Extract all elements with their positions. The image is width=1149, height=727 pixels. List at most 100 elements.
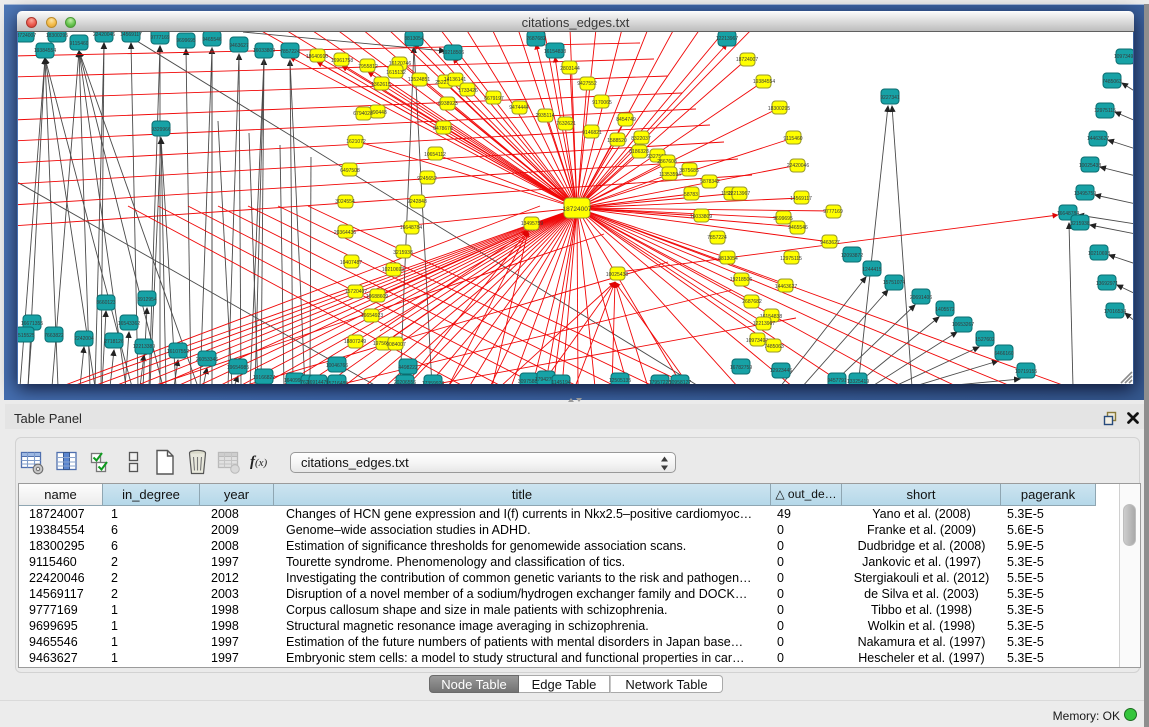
svg-text:9329966: 9329966 xyxy=(151,127,171,133)
svg-text:20364436: 20364436 xyxy=(334,230,356,236)
svg-text:2867608: 2867608 xyxy=(657,159,677,165)
svg-text:58783: 58783 xyxy=(684,192,698,198)
svg-text:12975115: 12975115 xyxy=(780,256,802,262)
svg-text:7857224: 7857224 xyxy=(707,235,727,241)
svg-text:9699695: 9699695 xyxy=(773,216,793,222)
svg-text:9115460: 9115460 xyxy=(69,41,88,47)
svg-text:9465546: 9465546 xyxy=(202,37,222,43)
svg-text:3215938: 3215938 xyxy=(393,250,413,256)
svg-text:13495759: 13495759 xyxy=(1074,191,1096,197)
svg-text:2803144: 2803144 xyxy=(560,66,580,72)
svg-text:2935114: 2935114 xyxy=(535,113,554,119)
svg-text:9146821: 9146821 xyxy=(582,130,602,136)
svg-text:12213967: 12213967 xyxy=(728,191,750,197)
svg-text:7955812: 7955812 xyxy=(358,64,378,70)
svg-text:10653267: 10653267 xyxy=(952,322,974,328)
svg-text:9463627: 9463627 xyxy=(229,43,249,49)
svg-text:8186328: 8186328 xyxy=(629,149,649,155)
svg-text:14463627: 14463627 xyxy=(775,284,797,290)
svg-text:10688609: 10688609 xyxy=(366,294,388,300)
svg-text:12213967: 12213967 xyxy=(716,36,738,42)
svg-text:1615132: 1615132 xyxy=(386,70,406,76)
svg-text:2718126: 2718126 xyxy=(104,339,124,345)
svg-text:14569117: 14569117 xyxy=(120,32,142,38)
svg-text:2687682: 2687682 xyxy=(742,299,762,305)
svg-text:16648784: 16648784 xyxy=(400,225,422,231)
svg-text:16782759: 16782759 xyxy=(730,365,752,371)
svg-text:12213967: 12213967 xyxy=(753,321,775,327)
svg-text:16033809: 16033809 xyxy=(253,48,275,54)
svg-text:14463627: 14463627 xyxy=(1087,136,1109,142)
svg-text:17359924: 17359924 xyxy=(422,381,444,384)
svg-text:10654112: 10654112 xyxy=(424,152,446,158)
svg-text:9699695: 9699695 xyxy=(176,38,196,44)
svg-text:9084007: 9084007 xyxy=(386,342,406,348)
svg-text:19218506: 19218506 xyxy=(442,50,464,56)
svg-text:8660123: 8660123 xyxy=(96,300,116,306)
svg-text:22420046: 22420046 xyxy=(787,163,809,169)
svg-text:26053346: 26053346 xyxy=(196,357,218,363)
svg-text:8813054: 8813054 xyxy=(404,36,424,42)
svg-text:9242848: 9242848 xyxy=(407,199,427,205)
svg-text:10025438: 10025438 xyxy=(1079,163,1101,169)
svg-text:15716485: 15716485 xyxy=(326,381,348,384)
svg-text:13692971: 13692971 xyxy=(1096,281,1118,287)
svg-text:2242004: 2242004 xyxy=(74,336,94,342)
svg-text:5878342: 5878342 xyxy=(700,179,720,185)
svg-text:9115460: 9115460 xyxy=(783,136,802,142)
svg-text:1527602: 1527602 xyxy=(975,337,995,343)
svg-text:6679197: 6679197 xyxy=(484,96,504,102)
svg-text:10719155: 10719155 xyxy=(1015,369,1037,375)
svg-text:10973493: 10973493 xyxy=(1114,54,1133,60)
svg-text:20691406: 20691406 xyxy=(910,295,932,301)
svg-text:10210693: 10210693 xyxy=(1088,251,1110,257)
svg-text:7485063: 7485063 xyxy=(1102,79,1122,85)
svg-text:10025438: 10025438 xyxy=(606,272,628,278)
svg-text:15720407: 15720407 xyxy=(345,289,367,295)
svg-text:18724007: 18724007 xyxy=(736,57,758,63)
svg-text:9427552: 9427552 xyxy=(577,81,597,87)
svg-text:7857224: 7857224 xyxy=(280,49,300,55)
svg-text:12923446: 12923446 xyxy=(770,368,792,374)
svg-text:17016534: 17016534 xyxy=(1104,309,1126,315)
svg-text:10046766: 10046766 xyxy=(326,363,348,369)
svg-text:3875685: 3875685 xyxy=(679,168,699,174)
svg-text:14136141: 14136141 xyxy=(444,77,466,83)
svg-text:19384554: 19384554 xyxy=(753,79,775,85)
svg-text:18807249: 18807249 xyxy=(344,339,366,345)
svg-text:19384554: 19384554 xyxy=(34,48,56,54)
svg-text:3215938: 3215938 xyxy=(1070,221,1090,227)
svg-text:16961758: 16961758 xyxy=(331,58,353,64)
svg-text:4498222: 4498222 xyxy=(398,365,418,371)
svg-text:1362615: 1362615 xyxy=(371,82,391,88)
svg-text:9170065: 9170065 xyxy=(592,100,612,106)
svg-text:16107552: 16107552 xyxy=(167,349,189,355)
svg-text:10407487: 10407487 xyxy=(340,260,362,266)
svg-text:9777169: 9777169 xyxy=(150,35,170,41)
svg-text:8322037: 8322037 xyxy=(631,136,651,142)
svg-text:1621072: 1621072 xyxy=(346,139,366,145)
svg-text:12093872: 12093872 xyxy=(841,253,863,259)
svg-text:11353594: 11353594 xyxy=(659,172,681,178)
svg-text:18724007: 18724007 xyxy=(563,206,592,213)
svg-text:12975115: 12975115 xyxy=(1094,108,1116,114)
svg-text:9245652: 9245652 xyxy=(417,176,437,182)
svg-text:9457791: 9457791 xyxy=(827,378,847,384)
svg-text:7663822: 7663822 xyxy=(44,333,64,339)
svg-text:9463627: 9463627 xyxy=(820,240,840,246)
svg-text:7515525: 7515525 xyxy=(18,333,35,339)
svg-text:13524851: 13524851 xyxy=(408,77,430,83)
svg-text:13495759: 13495759 xyxy=(521,221,543,227)
svg-text:18640910: 18640910 xyxy=(306,54,328,60)
svg-text:1244415: 1244415 xyxy=(862,267,882,273)
svg-text:1588520: 1588520 xyxy=(607,138,627,144)
svg-text:9465546: 9465546 xyxy=(788,225,808,231)
svg-text:16671355: 16671355 xyxy=(21,321,43,327)
svg-text:18300295: 18300295 xyxy=(768,106,790,112)
svg-text:12213389: 12213389 xyxy=(133,344,155,350)
svg-text:16654923: 16654923 xyxy=(361,313,383,319)
svg-text:18300295: 18300295 xyxy=(46,33,68,39)
svg-text:6466160: 6466160 xyxy=(994,351,1014,357)
svg-text:9474444: 9474444 xyxy=(509,105,529,111)
svg-text:8938923: 8938923 xyxy=(438,101,458,107)
